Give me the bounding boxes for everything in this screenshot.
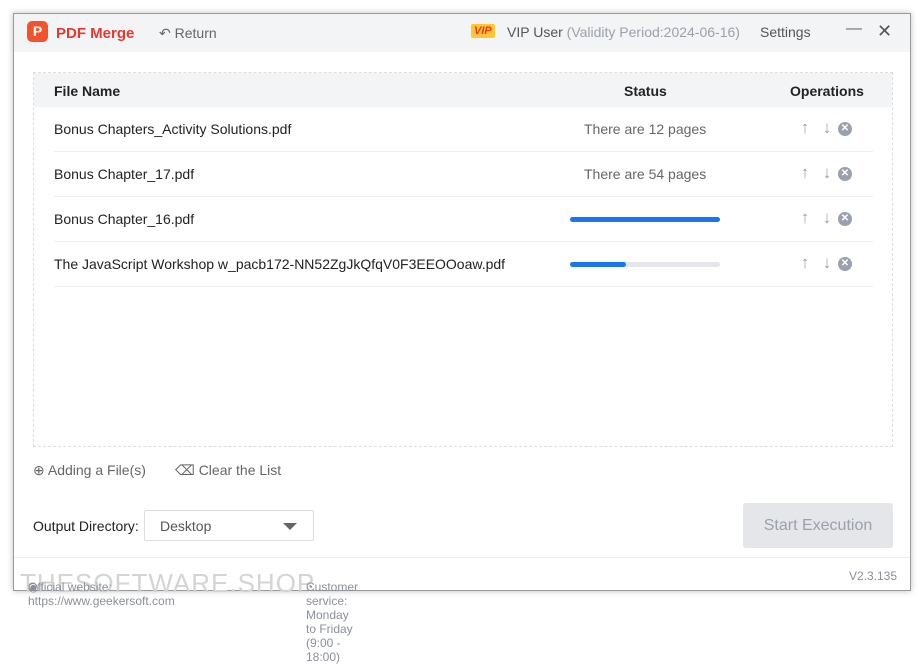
file-name: Bonus Chapters_Activity Solutions.pdf: [54, 121, 292, 137]
file-list: File Name Status Operations Bonus Chapte…: [33, 72, 893, 447]
plus-circle-icon: ⊕: [33, 462, 45, 478]
clear-list-button[interactable]: ⌫ Clear the List: [175, 462, 281, 479]
arrow-down-icon[interactable]: ↓: [816, 118, 838, 138]
return-label: Return: [174, 25, 217, 41]
row-operations: ↑ ↓ ✕: [794, 163, 852, 183]
add-files-button[interactable]: ⊕ Adding a File(s): [33, 462, 146, 479]
arrow-up-icon[interactable]: ↑: [794, 118, 816, 138]
start-execution-button[interactable]: Start Execution: [743, 503, 893, 548]
remove-icon[interactable]: ✕: [838, 256, 852, 271]
vip-user-info: VIP User (Validity Period:2024-06-16): [507, 24, 740, 40]
status-text: There are 54 pages: [584, 166, 707, 182]
remove-icon[interactable]: ✕: [838, 211, 852, 226]
progress-fill: [570, 262, 626, 267]
app-title: PDF Merge: [56, 25, 135, 42]
app-window: P PDF Merge ↶ Return VIP VIP User (Valid…: [13, 13, 911, 664]
output-directory-value: Desktop: [160, 518, 212, 534]
row-operations: ↑ ↓ ✕: [794, 253, 852, 273]
arrow-down-icon[interactable]: ↓: [816, 208, 838, 228]
output-directory-label: Output Directory:: [33, 518, 139, 534]
eraser-icon: ⌫: [175, 462, 195, 478]
vip-badge-icon: VIP: [471, 24, 495, 38]
close-icon[interactable]: ✕: [877, 21, 892, 42]
caret-down-icon: [283, 523, 297, 530]
column-operations: Operations: [790, 83, 864, 99]
remove-icon[interactable]: ✕: [838, 166, 852, 181]
progress-bar: [570, 262, 720, 267]
column-status: Status: [624, 83, 667, 99]
vip-user-label: VIP User: [507, 24, 563, 40]
footer: THESOFTWARE.SHOP ◉ Official website: htt…: [14, 557, 910, 664]
table-row: Bonus Chapter_16.pdf ↑ ↓ ✕: [54, 197, 873, 242]
minimize-icon[interactable]: —: [846, 20, 862, 38]
column-file-name: File Name: [54, 83, 121, 99]
file-name: Bonus Chapter_16.pdf: [54, 211, 195, 227]
status-text: There are 12 pages: [584, 121, 707, 137]
return-button[interactable]: ↶ Return: [159, 25, 217, 42]
table-row: The JavaScript Workshop w_pacb172-NN52Zg…: [54, 242, 873, 287]
arrow-down-icon[interactable]: ↓: [816, 163, 838, 183]
row-operations: ↑ ↓ ✕: [794, 208, 852, 228]
return-arrow-icon: ↶: [159, 25, 171, 41]
version: V2.3.135: [848, 569, 897, 583]
app-logo-icon: P: [27, 21, 48, 42]
table-row: Bonus Chapters_Activity Solutions.pdf The…: [54, 107, 873, 152]
validity-period: (Validity Period:2024-06-16): [566, 24, 740, 40]
progress-bar: [570, 217, 720, 222]
arrow-up-icon[interactable]: ↑: [794, 253, 816, 273]
output-directory-select[interactable]: Desktop: [144, 510, 314, 541]
table-header: File Name Status Operations: [34, 73, 892, 107]
title-bar: P PDF Merge ↶ Return VIP VIP User (Valid…: [14, 14, 910, 52]
file-name: The JavaScript Workshop w_pacb172-NN52Zg…: [54, 256, 506, 272]
arrow-up-icon[interactable]: ↑: [794, 208, 816, 228]
arrow-down-icon[interactable]: ↓: [816, 253, 838, 273]
remove-icon[interactable]: ✕: [838, 121, 852, 136]
arrow-up-icon[interactable]: ↑: [794, 163, 816, 183]
clear-list-label: Clear the List: [198, 462, 282, 478]
settings-button[interactable]: Settings: [760, 24, 811, 40]
file-name: Bonus Chapter_17.pdf: [54, 166, 195, 182]
table-row: Bonus Chapter_17.pdf There are 54 pages ↑…: [54, 152, 873, 197]
progress-fill: [570, 217, 720, 222]
service-text: Customer service: Monday to Friday (9:00…: [306, 580, 359, 664]
row-operations: ↑ ↓ ✕: [794, 118, 852, 138]
add-files-label: Adding a File(s): [47, 462, 146, 478]
